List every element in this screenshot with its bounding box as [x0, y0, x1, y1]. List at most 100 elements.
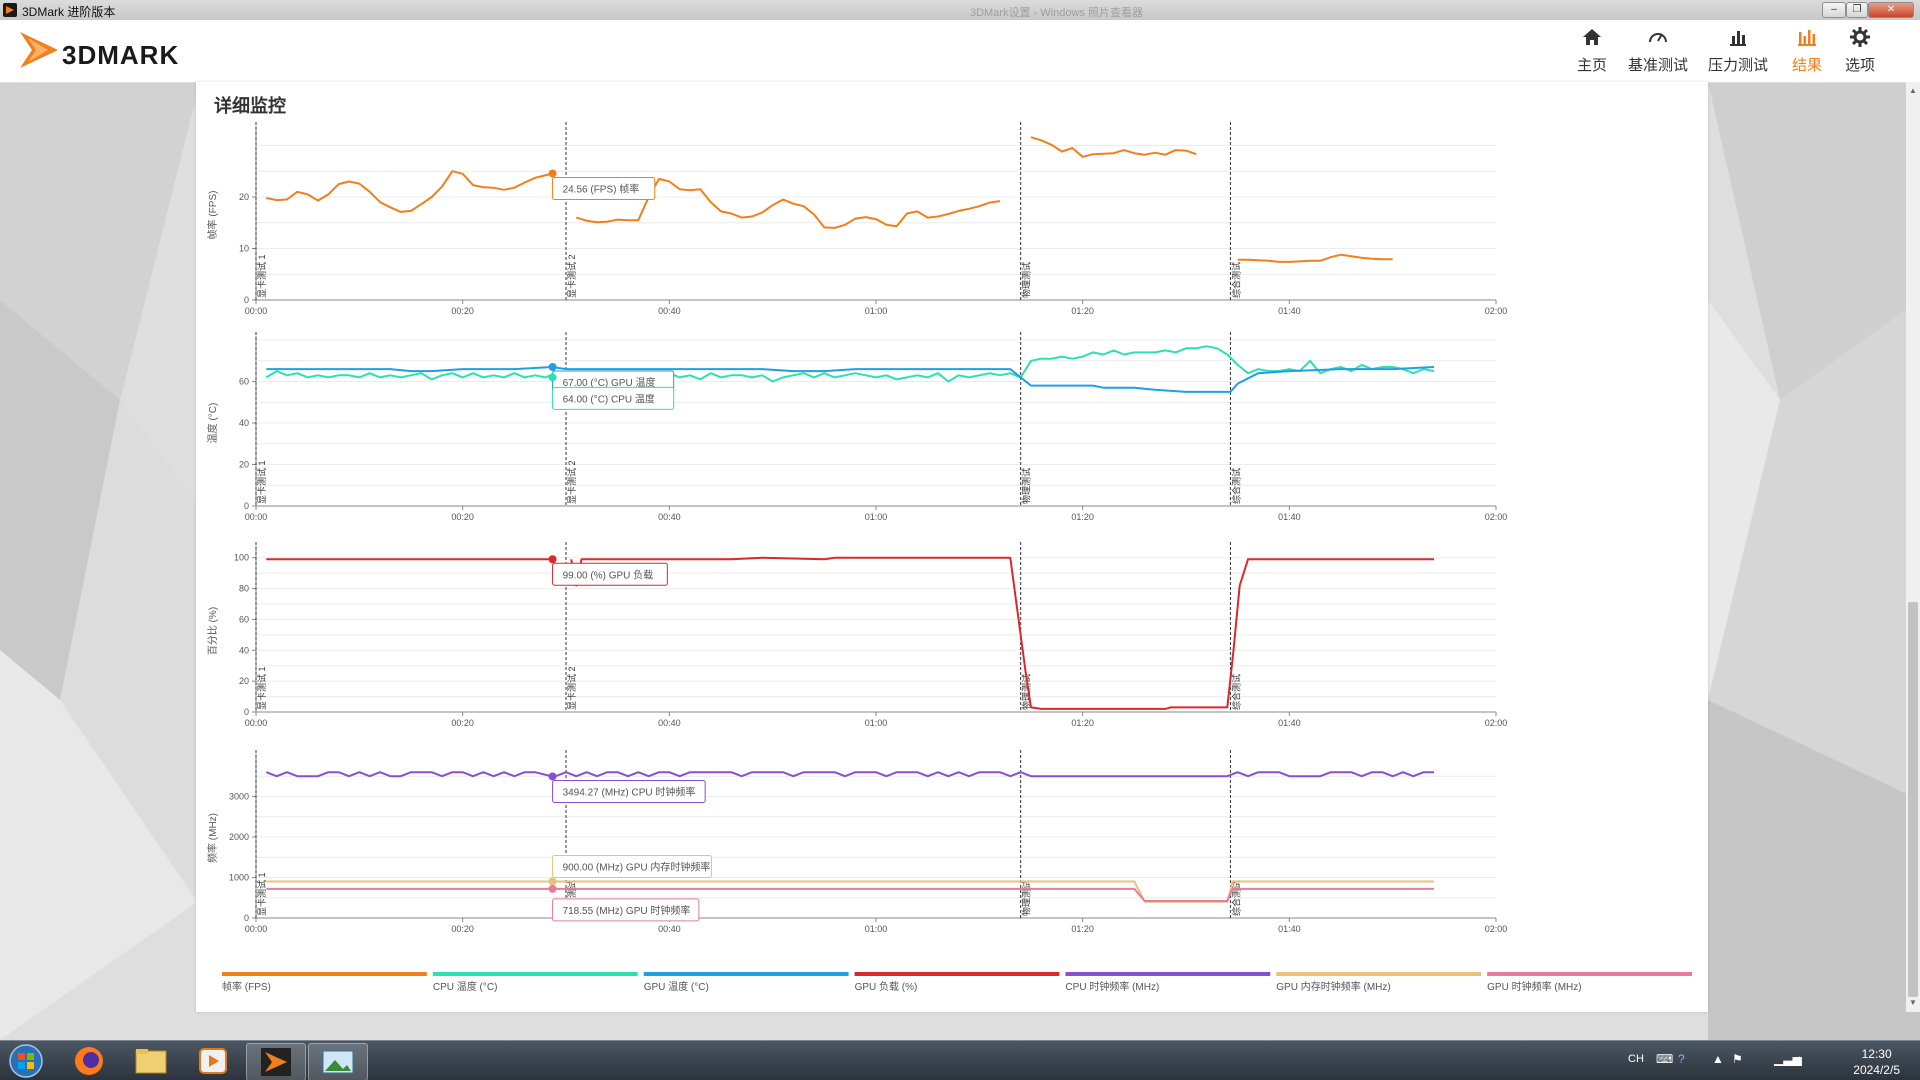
- x-tick-label: 00:00: [245, 512, 268, 522]
- nav-options[interactable]: 选项: [1820, 20, 1900, 82]
- legend-label: CPU 温度 (°C): [433, 980, 498, 993]
- chart-2: 0 20 40 60 温度 (°C) 00:00 00:20 00:40 01:00 01:20 0…: [206, 332, 1507, 522]
- section-marker-label: 显卡测试 2: [566, 460, 577, 504]
- legend-swatch: [432, 972, 638, 976]
- start-button[interactable]: [6, 1043, 46, 1079]
- x-tick-label: 00:00: [245, 718, 268, 728]
- y-tick-label: 0: [244, 501, 249, 511]
- section-marker-label: 显卡测试 1: [256, 460, 267, 504]
- brand-name: 3DMARK: [62, 40, 180, 70]
- x-tick-label: 01:00: [865, 306, 888, 316]
- x-tick-label: 01:40: [1278, 718, 1301, 728]
- app-header: 3DMARK 主页 基准测试 压力测试 结果 选项: [0, 20, 1920, 83]
- y-tick-label: 0: [244, 707, 249, 717]
- legend-swatch: [1276, 972, 1482, 976]
- section-marker-label: 显卡测试 2: [566, 666, 577, 710]
- media-player-icon: [199, 1048, 227, 1074]
- tray-expand-icon[interactable]: ▲: [1712, 1052, 1724, 1066]
- legend-label: GPU 温度 (°C): [644, 980, 709, 993]
- help-icon[interactable]: ?: [1678, 1052, 1685, 1066]
- tooltip-text: 99.00 (%) GPU 负载: [563, 568, 654, 581]
- series-line: [266, 170, 553, 213]
- series-line: [266, 887, 1434, 902]
- x-tick-label: 01:40: [1278, 512, 1301, 522]
- x-tick-label: 00:40: [658, 306, 681, 316]
- taskbar-media-player[interactable]: [184, 1043, 242, 1079]
- section-marker-label: 显卡测试 1: [256, 254, 267, 298]
- language-indicator[interactable]: CH: [1628, 1053, 1644, 1065]
- tooltip-point: [548, 555, 557, 564]
- flag-icon[interactable]: ⚑: [1732, 1052, 1743, 1066]
- y-axis-label: 温度 (°C): [206, 403, 219, 444]
- chart-1: 0 10 20 帧率 (FPS) 00:00 00:20 00:40 01:00 01:20 01…: [206, 122, 1507, 316]
- section-marker-label: 综合测试: [1230, 262, 1241, 298]
- legend-label: GPU 负载 (%): [855, 980, 918, 993]
- section-marker-label: 显卡测试 2: [566, 254, 577, 298]
- tooltip-text: 718.55 (MHz) GPU 时钟频率: [563, 904, 691, 917]
- app-icon: [3, 3, 17, 17]
- tooltip-point: [548, 884, 557, 893]
- gear-icon: [1850, 27, 1870, 47]
- x-tick-label: 00:20: [451, 512, 474, 522]
- scrollbar-thumb[interactable]: [1908, 602, 1918, 997]
- x-tick-label: 00:20: [451, 924, 474, 934]
- nav-stress-tests[interactable]: 压力测试: [1698, 20, 1778, 82]
- y-tick-label: 20: [239, 192, 249, 202]
- legend-swatch: [1487, 972, 1692, 976]
- y-axis-label: 百分比 (%): [207, 607, 219, 655]
- chart-legend: 帧率 (FPS) CPU 温度 (°C) GPU 温度 (°C) GPU 负载 (%)…: [222, 972, 1692, 993]
- nav-benchmarks[interactable]: 基准测试: [1618, 20, 1698, 82]
- x-tick-label: 01:00: [865, 924, 888, 934]
- close-button[interactable]: ✕: [1868, 2, 1914, 18]
- legend-label: 帧率 (FPS): [222, 980, 271, 993]
- y-tick-label: 0: [244, 295, 249, 305]
- taskbar-3dmark[interactable]: [246, 1043, 306, 1080]
- scroll-down-arrow-icon[interactable]: ▼: [1909, 998, 1917, 1007]
- section-marker-label: 显卡测试 1: [256, 666, 267, 710]
- x-tick-label: 01:20: [1071, 924, 1094, 934]
- volume-icon[interactable]: 🔈︎: [1796, 1052, 1803, 1067]
- keyboard-icon[interactable]: ⌨: [1656, 1052, 1673, 1066]
- x-tick-label: 00:40: [658, 512, 681, 522]
- tooltip-text: 24.56 (FPS) 帧率: [563, 182, 640, 195]
- results-icon: [1798, 30, 1816, 46]
- scroll-up-arrow-icon[interactable]: ▲: [1909, 86, 1917, 95]
- 3dmark-logo[interactable]: 3DMARK: [18, 30, 228, 70]
- taskbar-photo-viewer[interactable]: [308, 1043, 368, 1080]
- y-tick-label: 80: [239, 584, 249, 594]
- minimize-button[interactable]: –: [1822, 2, 1846, 18]
- 3dmark-taskbar-icon: [261, 1048, 291, 1076]
- firefox-icon: [75, 1047, 103, 1075]
- y-axis-label: 频率 (MHz): [206, 813, 219, 863]
- series-line: [266, 880, 1434, 903]
- system-clock[interactable]: 12:30 2024/2/5: [1853, 1046, 1900, 1078]
- windows-start-icon: [9, 1044, 43, 1078]
- series-line: [265, 345, 1435, 383]
- legend-label: GPU 内存时钟频率 (MHz): [1276, 980, 1390, 993]
- section-marker-label: 综合测试: [1230, 468, 1241, 504]
- tooltip-text: 900.00 (MHz) GPU 内存时钟频率: [563, 861, 711, 874]
- nav-stress-tests-label: 压力测试: [1707, 57, 1768, 74]
- tooltip-point: [548, 877, 557, 886]
- taskbar-firefox[interactable]: [60, 1043, 118, 1079]
- y-tick-label: 40: [239, 418, 249, 428]
- y-tick-label: 1000: [229, 872, 249, 882]
- 3dmark-logo-icon: [20, 32, 58, 68]
- x-tick-label: 01:40: [1278, 306, 1301, 316]
- legend-swatch: [222, 972, 427, 976]
- taskbar: CH ⌨ ? ▲ ⚑ ▁▃▅ 🔈︎ 12:30 2024/2/5: [0, 1040, 1920, 1080]
- window-title-bar: 3DMark 进阶版本 3DMark设置 - Windows 照片查看器 – ❐…: [0, 0, 1920, 21]
- vertical-scrollbar[interactable]: ▲ ▼: [1906, 82, 1920, 1012]
- clock-time: 12:30: [1861, 1047, 1892, 1061]
- x-tick-label: 01:40: [1278, 924, 1301, 934]
- section-marker-label: 物理测试: [1021, 880, 1032, 916]
- window-title: 3DMark 进阶版本: [22, 5, 116, 19]
- maximize-button[interactable]: ❐: [1846, 2, 1868, 18]
- x-tick-label: 00:40: [658, 924, 681, 934]
- x-tick-label: 02:00: [1485, 718, 1508, 728]
- y-tick-label: 0: [244, 913, 249, 923]
- taskbar-file-explorer[interactable]: [122, 1043, 180, 1079]
- series-line: [1237, 253, 1393, 263]
- y-tick-label: 40: [239, 645, 249, 655]
- tooltip-text: 3494.27 (MHz) CPU 时钟频率: [563, 785, 696, 798]
